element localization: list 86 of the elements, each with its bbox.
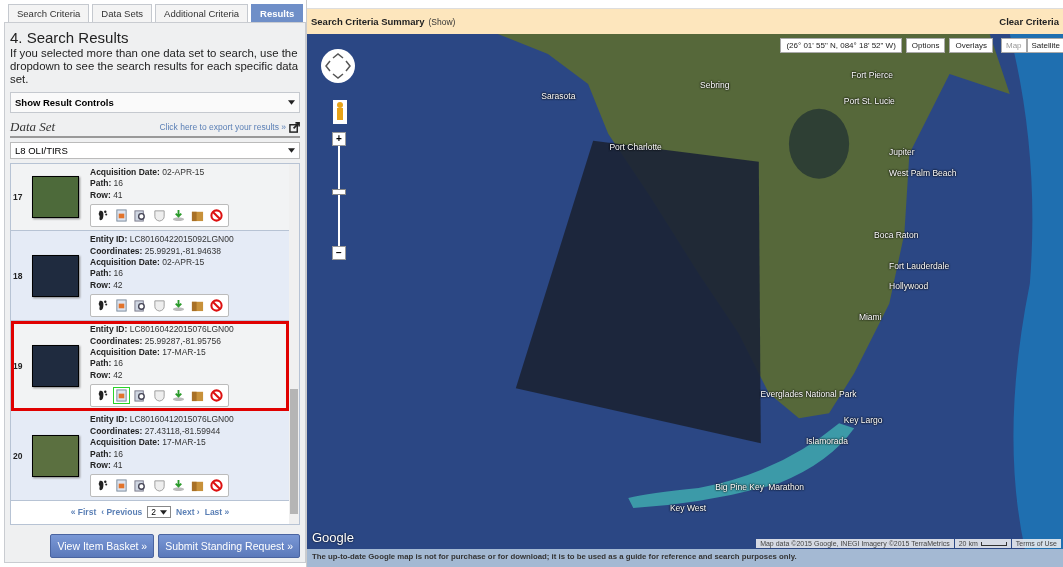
field-text: Coordinates: 27.43118,-81.59944 [90,425,222,438]
result-number: 20 [13,450,24,461]
place-label: Sebring [700,80,730,91]
scene-thumbnail[interactable] [32,176,79,219]
place-label: Fort Lauderdale [889,260,950,271]
field-text: Entity ID: LC80160422015076LGN00 [90,324,234,336]
place-label: Everglades National Park [760,389,857,400]
previous-page-link[interactable]: ‹ Previous [101,507,143,518]
result-number: 19 [13,360,24,371]
map-type-button[interactable]: Satellite [1026,38,1063,53]
pan-control[interactable] [320,48,356,84]
place-label: Marathon [768,482,805,493]
field-text: Row: 41 [90,459,124,472]
prohibited-icon[interactable] [208,297,225,315]
place-label: Hollywood [889,281,929,292]
scene-thumbnail[interactable] [32,344,79,387]
first-page-link[interactable]: « First [70,507,97,518]
zoom-slider[interactable] [332,146,346,246]
next-page-link[interactable]: Next › [176,507,200,518]
external-link-icon[interactable] [289,121,300,133]
data-set-dropdown[interactable]: L8 OLI/TIRS [10,142,300,159]
place-label: Islamorada [805,435,848,446]
place-label: Big Pine Key [715,482,764,493]
place-label: Fort Pierce [851,70,893,81]
tab[interactable]: Search Criteria [8,4,90,22]
field-text: Path: 16 [90,358,125,370]
caret-icon [288,100,295,105]
action-button[interactable]: Submit Standing Request » [158,534,300,558]
result-row[interactable]: 19 Entity ID: LC80160422015076LGN00 Coordinates: 25.99287,-81.95756 Acquisition Date: 17-MAR-15 Path: 16 Row: 42 [11,321,289,412]
scene-thumbnail[interactable] [32,254,79,297]
field-text: Path: 16 [90,178,125,190]
place-label: Key West [669,502,707,513]
coordinates-readout: (26° 01' 55" N, 084° 18' 52" W) [780,38,902,53]
prohibited-icon[interactable] [208,387,225,405]
field-text: Row: 41 [90,189,124,202]
caret-icon [288,148,295,153]
tab[interactable]: Additional Criteria [155,4,249,22]
clear-criteria-link[interactable]: Clear Criteria [999,16,1059,27]
page-dropdown[interactable]: 2 [147,506,172,519]
place-label: Port St. Lucie [843,95,895,106]
result-number: 17 [13,192,24,203]
field-text: Path: 16 [90,268,125,280]
field-text: Row: 42 [90,369,124,382]
zoom-out-button[interactable]: − [332,246,346,260]
result-row[interactable]: 20 Entity ID: LC80160412015076LGN00 Coordinates: 27.43118,-81.59944 Acquisition Date: 17-MAR-15 Path: 16 Row: 41 [11,411,289,502]
place-label: Port Charlotte [609,142,662,153]
result-row[interactable]: 17 Acquisition Date: 02-APR-15 Path: 16 Row: 41 [11,164,289,232]
field-text: Acquisition Date: 17-MAR-15 [90,347,207,359]
tab[interactable]: Data Sets [92,4,153,22]
place-label: Sarasota [541,90,576,101]
prohibited-icon[interactable] [208,207,225,225]
data-set-label: Data Set [10,119,57,135]
field-text: Acquisition Date: 17-MAR-15 [90,437,207,449]
result-number: 18 [13,270,24,281]
caret-icon [160,509,168,515]
summary-title: Search Criteria Summary [311,16,425,27]
action-button[interactable]: View Item Basket » [50,534,155,558]
field-text: Entity ID: LC80160422015092LGN00 [90,234,234,246]
place-label: Key Largo [843,415,883,426]
place-label: West Palm Beach [889,167,957,178]
place-label: Jupiter [889,147,915,158]
place-label: Boca Raton [874,229,919,240]
field-text: Acquisition Date: 02-APR-15 [90,167,206,179]
section-heading: 4. Search Results [10,29,130,46]
field-text: Coordinates: 25.99287,-81.95756 [90,335,222,348]
instructions-text: If you selected more than one data set to search, use the dropdown to see the search results for each specific data set. [10,47,300,86]
export-link[interactable]: Click here to export your results » [159,122,286,132]
result-controls-dropdown[interactable]: Show Result Controls [10,92,300,113]
field-text: Acquisition Date: 02-APR-15 [90,257,206,269]
field-text: Coordinates: 25.99291,-81.94638 [90,245,222,258]
map-logo: Google [312,530,354,545]
zoom-slider-thumb[interactable] [332,189,346,196]
satellite-map-drawing[interactable] [307,34,1063,549]
field-text: Entity ID: LC80160412015076LGN00 [90,414,234,426]
overlays-button[interactable]: Overlays [949,38,993,53]
place-label: Miami [858,312,882,323]
last-page-link[interactable]: Last » [204,507,230,518]
field-text: Path: 16 [90,448,125,460]
zoom-in-button[interactable]: + [332,132,346,146]
options-button[interactable]: Options [905,38,946,53]
show-link[interactable]: (Show) [428,16,456,27]
field-text: Row: 42 [90,279,124,292]
prohibited-icon[interactable] [208,477,225,495]
result-row[interactable]: 18 Entity ID: LC80160422015092LGN00 Coordinates: 25.99291,-81.94638 Acquisition Date: 02-APR-15 Path: 16 Row: 42 [11,231,289,322]
scene-thumbnail[interactable] [32,434,79,477]
scrollbar[interactable] [289,164,299,524]
